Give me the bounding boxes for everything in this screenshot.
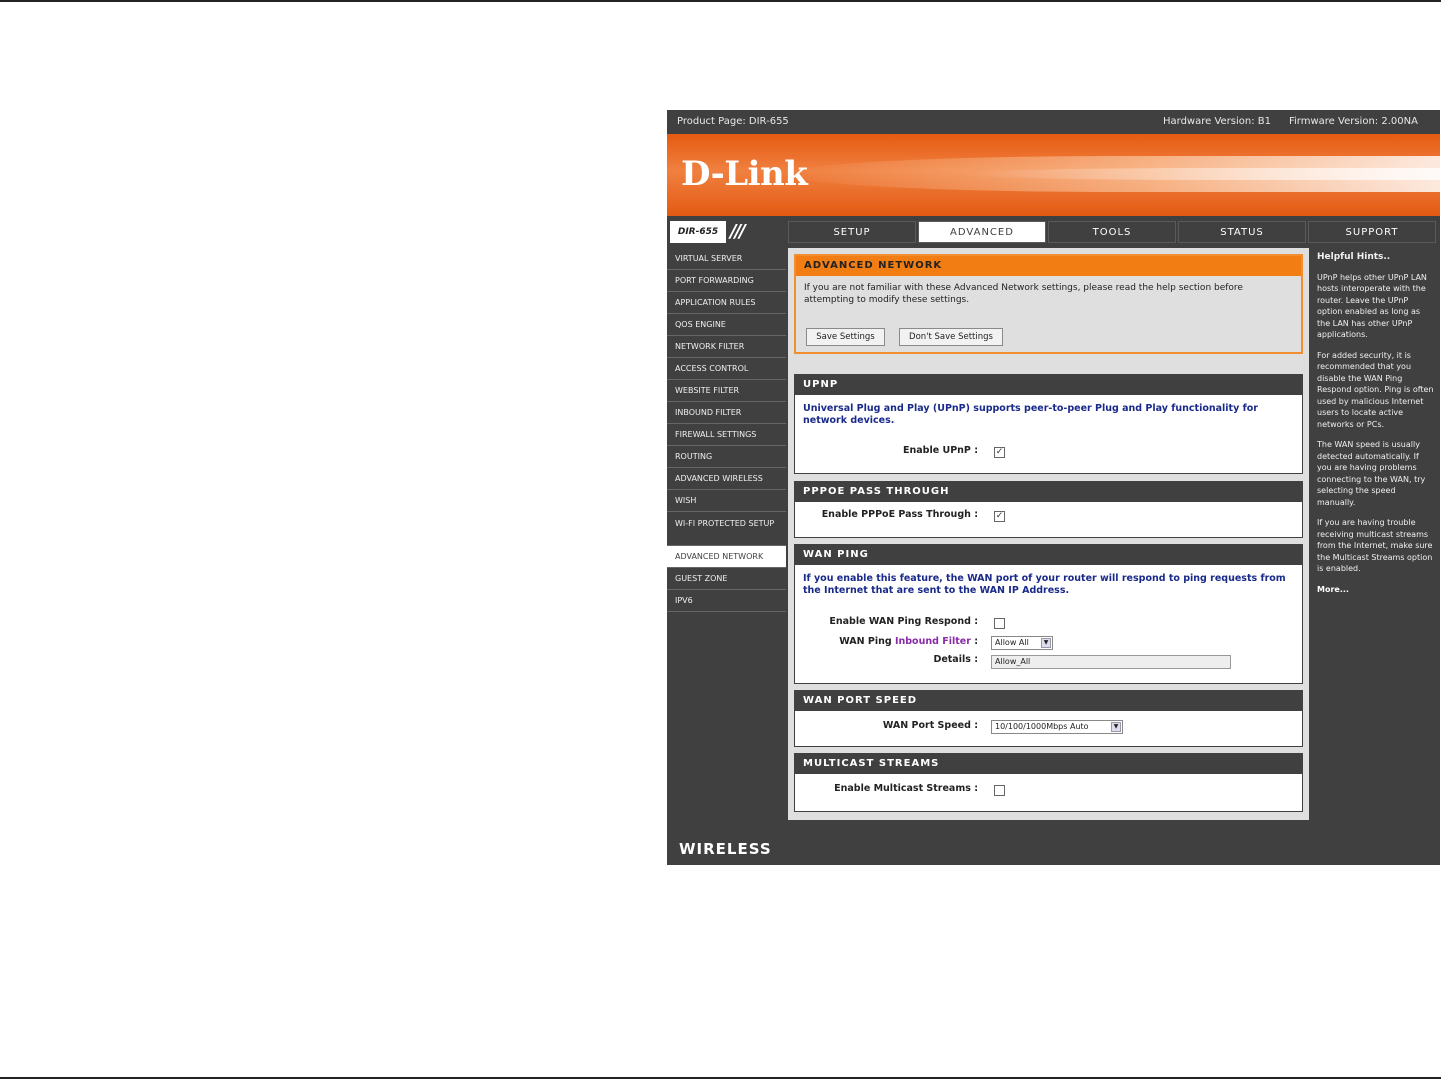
product-page-label: Product Page: DIR-655 [677, 116, 789, 127]
inbound-filter-link[interactable]: Inbound Filter [895, 636, 971, 647]
wan-ping-respond-checkbox[interactable] [994, 618, 1005, 629]
wan-ping-filter-label: WAN Ping Inbound Filter : [839, 634, 978, 650]
model-label: DIR-655 [670, 221, 726, 243]
firmware-version-label: Firmware Version: 2.00NA [1289, 116, 1418, 127]
sidebar-menu: VIRTUAL SERVER PORT FORWARDING APPLICATI… [667, 248, 786, 612]
upnp-enable-label: Enable UPnP : [903, 445, 978, 456]
sidebar-item-wifi-protected-setup[interactable]: WI-FI PROTECTED SETUP [667, 512, 786, 546]
wan-ping-description: If you enable this feature, the WAN port… [803, 573, 1286, 596]
sidebar-item-virtual-server[interactable]: VIRTUAL SERVER [667, 248, 786, 270]
pppoe-panel: PPPOE PASS THROUGH Enable PPPoE Pass Thr… [794, 481, 1303, 538]
model-slashes-decoration: /// [730, 221, 746, 242]
intro-text: If you are not familiar with these Advan… [804, 283, 1243, 305]
hint-paragraph-wan-speed: The WAN speed is usually detected automa… [1317, 440, 1426, 507]
wan-ping-panel: WAN PING If you enable this feature, the… [794, 544, 1303, 684]
hint-paragraph-multicast: If you are having trouble receiving mult… [1317, 518, 1433, 573]
save-settings-button[interactable]: Save Settings [806, 328, 885, 346]
upnp-title: UPNP [795, 375, 1302, 395]
wan-port-speed-label: WAN Port Speed : [882, 720, 978, 731]
hint-paragraph-ping: For added security, it is recommended th… [1317, 350, 1434, 429]
wan-ping-respond-row: Enable WAN Ping Respond : [795, 614, 978, 630]
upnp-description: Universal Plug and Play (UPnP) supports … [803, 403, 1258, 426]
wan-port-speed-row: WAN Port Speed : [795, 718, 978, 734]
sidebar-item-advanced-wireless[interactable]: ADVANCED WIRELESS [667, 468, 786, 490]
dlink-logo: D-Link [681, 154, 808, 194]
multicast-enable-label: Enable Multicast Streams : [834, 783, 978, 794]
sidebar-item-guest-zone[interactable]: GUEST ZONE [667, 568, 786, 590]
brand-banner: D-Link [667, 134, 1440, 216]
chevron-down-icon: ▼ [1111, 722, 1121, 732]
tab-tools[interactable]: TOOLS [1048, 221, 1176, 243]
wan-ping-filter-label-suffix: : [970, 636, 978, 647]
wan-port-speed-select[interactable]: 10/100/1000Mbps Auto ▼ [991, 720, 1123, 734]
tab-status[interactable]: STATUS [1178, 221, 1306, 243]
sidebar-item-inbound-filter[interactable]: INBOUND FILTER [667, 402, 786, 424]
sidebar-item-network-filter[interactable]: NETWORK FILTER [667, 336, 786, 358]
dont-save-settings-button[interactable]: Don't Save Settings [899, 328, 1003, 346]
wan-ping-details-row: Details : [795, 652, 978, 668]
upnp-enable-checkbox[interactable]: ✓ [994, 447, 1005, 458]
multicast-panel: MULTICAST STREAMS Enable Multicast Strea… [794, 753, 1303, 812]
upnp-enable-row: Enable UPnP : [795, 443, 978, 459]
hardware-version-label: Hardware Version: B1 [1163, 116, 1272, 127]
top-info-bar: Product Page: DIR-655 Hardware Version: … [667, 110, 1440, 134]
multicast-title: MULTICAST STREAMS [795, 754, 1302, 774]
pppoe-enable-label: Enable PPPoE Pass Through : [821, 509, 978, 520]
sidebar-item-website-filter[interactable]: WEBSITE FILTER [667, 380, 786, 402]
chevron-down-icon: ▼ [1041, 638, 1051, 648]
sidebar-item-ipv6[interactable]: IPV6 [667, 590, 786, 612]
upnp-panel: UPNP Universal Plug and Play (UPnP) supp… [794, 374, 1303, 474]
wan-ping-details-label: Details : [933, 654, 978, 665]
helpful-hints-panel: Helpful Hints.. UPnP helps other UPnP LA… [1311, 248, 1440, 820]
wan-port-speed-panel: WAN PORT SPEED WAN Port Speed : 10/100/1… [794, 690, 1303, 747]
banner-light-streak-inner [967, 168, 1440, 180]
pppoe-title: PPPOE PASS THROUGH [795, 482, 1302, 502]
wan-ping-details-field: Allow_All [991, 655, 1231, 669]
sidebar-item-firewall-settings[interactable]: FIREWALL SETTINGS [667, 424, 786, 446]
document-top-rule [0, 0, 1441, 2]
sidebar-item-application-rules[interactable]: APPLICATION RULES [667, 292, 786, 314]
advanced-network-intro-panel: ADVANCED NETWORK If you are not familiar… [794, 254, 1303, 354]
sidebar-item-qos-engine[interactable]: QOS ENGINE [667, 314, 786, 336]
document-bottom-rule [0, 1077, 1441, 1079]
main-navigation: DIR-655 /// SETUP ADVANCED TOOLS STATUS … [667, 217, 1440, 245]
sidebar-item-routing[interactable]: ROUTING [667, 446, 786, 468]
multicast-enable-checkbox[interactable] [994, 785, 1005, 796]
model-badge: DIR-655 /// [670, 221, 784, 243]
sidebar-item-wish[interactable]: WISH [667, 490, 786, 512]
wan-ping-respond-label: Enable WAN Ping Respond : [829, 616, 978, 627]
sidebar-item-advanced-network[interactable]: ADVANCED NETWORK [667, 546, 786, 568]
pppoe-enable-row: Enable PPPoE Pass Through : [795, 507, 978, 523]
wan-ping-filter-label-prefix: WAN Ping [839, 636, 895, 647]
wireless-footer-logo: WIRELESS [679, 840, 772, 858]
hint-paragraph-upnp: UPnP helps other UPnP LAN hosts interope… [1317, 272, 1427, 340]
wan-port-speed-title: WAN PORT SPEED [795, 691, 1302, 711]
wan-ping-filter-value: Allow All [995, 638, 1029, 647]
sidebar-item-port-forwarding[interactable]: PORT FORWARDING [667, 270, 786, 292]
wan-port-speed-value: 10/100/1000Mbps Auto [995, 722, 1089, 731]
tab-support[interactable]: SUPPORT [1308, 221, 1436, 243]
hints-more-link[interactable]: More... [1317, 584, 1434, 596]
hints-title: Helpful Hints.. [1317, 252, 1391, 262]
intro-title: ADVANCED NETWORK [796, 256, 1301, 276]
main-content: ADVANCED NETWORK If you are not familiar… [788, 248, 1309, 820]
sidebar-item-access-control[interactable]: ACCESS CONTROL [667, 358, 786, 380]
wan-ping-inbound-filter-select[interactable]: Allow All ▼ [991, 636, 1053, 650]
tab-setup[interactable]: SETUP [788, 221, 916, 243]
wan-ping-title: WAN PING [795, 545, 1302, 565]
wan-ping-filter-row: WAN Ping Inbound Filter : [795, 634, 978, 650]
multicast-enable-row: Enable Multicast Streams : [795, 781, 978, 797]
tab-advanced[interactable]: ADVANCED [918, 221, 1046, 243]
router-admin-screenshot: Product Page: DIR-655 Hardware Version: … [667, 110, 1440, 865]
pppoe-enable-checkbox[interactable]: ✓ [994, 511, 1005, 522]
